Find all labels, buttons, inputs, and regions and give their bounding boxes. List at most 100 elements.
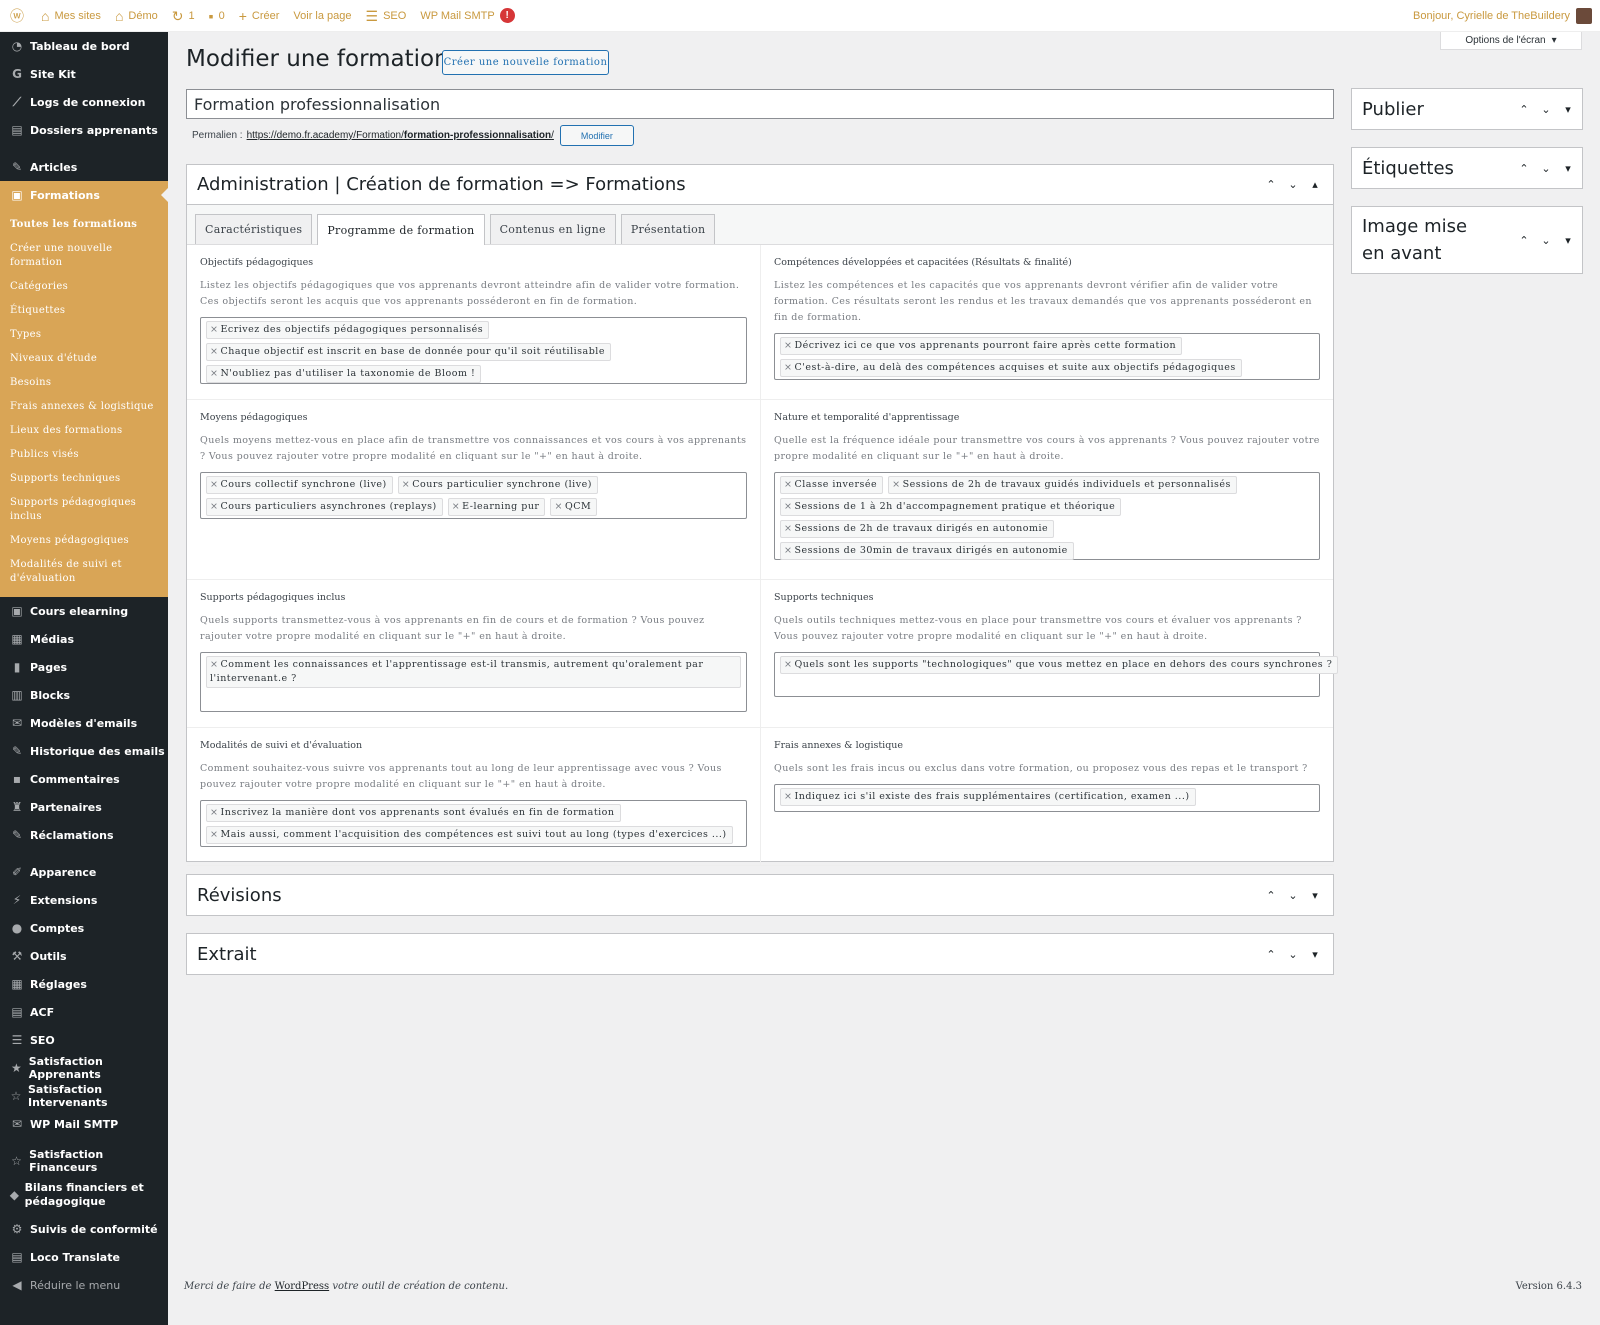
select-chip[interactable]: × Inscrivez la manière dont vos apprenant… (206, 804, 621, 822)
menu-plugins[interactable]: ⚡ Extensions (0, 886, 168, 914)
toggle-panel-icon[interactable]: ▾ (1307, 889, 1323, 902)
menu-funder-satisfaction[interactable]: ☆ Satisfaction Financeurs (0, 1147, 168, 1175)
menu-learner-files[interactable]: ▤ Dossiers apprenants (0, 116, 168, 144)
remove-icon[interactable]: × (210, 807, 218, 818)
move-down-icon[interactable]: ⌄ (1538, 103, 1554, 116)
move-up-icon[interactable]: ⌃ (1263, 889, 1279, 902)
new-content-link[interactable]: + Créer (232, 0, 287, 32)
taxonomy-select[interactable]: × Comment les connaissances et l'apprenti… (200, 652, 747, 712)
remove-icon[interactable]: × (210, 479, 218, 490)
menu-trainer-satisfaction[interactable]: ☆ Satisfaction Intervenants (0, 1082, 168, 1110)
menu-dashboard[interactable]: ◔ Tableau de bord (0, 32, 168, 60)
my-sites-link[interactable]: ⌂ Mes sites (34, 0, 108, 32)
menu-seo[interactable]: ☰ SEO (0, 1026, 168, 1054)
select-chip[interactable]: × Cours particulier synchrone (live) (397, 476, 598, 494)
tags-metabox[interactable]: Étiquettes ⌃ ⌄ ▾ (1351, 147, 1583, 189)
wordpress-link[interactable]: WordPress (275, 1281, 330, 1292)
remove-icon[interactable]: × (210, 829, 218, 840)
select-chip[interactable]: × Cours collectif synchrone (live) (206, 476, 393, 494)
move-up-icon[interactable]: ⌃ (1263, 948, 1279, 961)
submenu-tech-supports[interactable]: Supports techniques (0, 467, 168, 491)
select-chip[interactable]: × Quels sont les supports "technologiques… (780, 656, 1339, 674)
remove-icon[interactable]: × (892, 479, 900, 490)
move-up-icon[interactable]: ⌃ (1516, 162, 1532, 175)
remove-icon[interactable]: × (210, 501, 218, 512)
screen-options-button[interactable]: Options de l'écran ▾ (1440, 32, 1582, 50)
remove-icon[interactable]: × (784, 501, 792, 512)
move-up-icon[interactable]: ⌃ (1516, 103, 1532, 116)
taxonomy-select[interactable]: × Quels sont les supports "technologiques… (774, 652, 1339, 697)
remove-icon[interactable]: × (452, 501, 460, 512)
tab-caracteristiques[interactable]: Caractéristiques (195, 214, 313, 244)
menu-email-templates[interactable]: ✉ Modèles d'emails (0, 709, 168, 737)
submenu-audiences[interactable]: Publics visés (0, 443, 168, 467)
menu-partners[interactable]: ♜ Partenaires (0, 793, 168, 821)
taxonomy-select[interactable]: × Ecrivez des objectifs pédagogiques pers… (200, 317, 747, 384)
submenu-new-formation[interactable]: Créer une nouvelle formation (0, 237, 168, 275)
revisions-header[interactable]: Révisions ⌃ ⌄ ▾ (187, 875, 1333, 915)
remove-icon[interactable]: × (784, 791, 792, 802)
select-chip[interactable]: × Comment les connaissances et l'apprenti… (206, 656, 741, 688)
menu-claims[interactable]: ✎ Réclamations (0, 821, 168, 849)
select-chip[interactable]: × Classe inversée (780, 476, 884, 494)
select-chip[interactable]: × Mais aussi, comment l'acquisition des c… (206, 826, 733, 844)
move-down-icon[interactable]: ⌄ (1538, 227, 1554, 254)
menu-articles[interactable]: ✎ Articles (0, 153, 168, 181)
remove-icon[interactable]: × (554, 501, 562, 512)
menu-blocks[interactable]: ▥ Blocks (0, 681, 168, 709)
select-chip[interactable]: × Décrivez ici ce que vos apprenants pour… (780, 337, 1183, 355)
post-title-input[interactable]: Formation professionnalisation (186, 89, 1334, 119)
select-chip[interactable]: × Sessions de 2h de travaux dirigés en au… (780, 520, 1055, 538)
submenu-levels[interactable]: Niveaux d'étude (0, 347, 168, 371)
remove-icon[interactable]: × (784, 523, 792, 534)
submenu-evaluation[interactable]: Modalités de suivi et d'évaluation (0, 553, 168, 591)
menu-acf[interactable]: ▤ ACF (0, 998, 168, 1026)
menu-users[interactable]: ● Comptes (0, 914, 168, 942)
seo-link[interactable]: ☰ SEO (359, 0, 414, 32)
select-chip[interactable]: × QCM (550, 498, 598, 516)
publish-metabox[interactable]: Publier ⌃ ⌄ ▾ (1351, 88, 1583, 130)
submenu-teaching-means[interactable]: Moyens pédagogiques (0, 529, 168, 553)
menu-email-history[interactable]: ✎ Historique des emails (0, 737, 168, 765)
select-chip[interactable]: × Sessions de 1 à 2h d'accompagnement pra… (780, 498, 1122, 516)
taxonomy-select[interactable]: × Cours collectif synchrone (live) × Cours… (200, 472, 747, 519)
site-name-link[interactable]: ⌂ Démo (108, 0, 165, 32)
remove-icon[interactable]: × (784, 340, 792, 351)
select-chip[interactable]: × Indiquez ici s'il existe des frais supp… (780, 788, 1196, 806)
menu-courses[interactable]: ▣ Cours elearning (0, 597, 168, 625)
select-chip[interactable]: × Ecrivez des objectifs pédagogiques pers… (206, 321, 490, 339)
taxonomy-select[interactable]: × Inscrivez la manière dont vos apprenant… (200, 800, 747, 847)
menu-settings[interactable]: ▦ Réglages (0, 970, 168, 998)
submenu-all-formations[interactable]: Toutes les formations (0, 213, 168, 237)
menu-login-logs[interactable]: ⟋ Logs de connexion (0, 88, 168, 116)
taxonomy-select[interactable]: × Décrivez ici ce que vos apprenants pour… (774, 333, 1320, 380)
remove-icon[interactable]: × (210, 324, 218, 335)
select-chip[interactable]: × E-learning pur (447, 498, 546, 516)
smtp-link[interactable]: WP Mail SMTP! (413, 0, 521, 32)
select-chip[interactable]: × Chaque objectif est inscrit en base de … (206, 343, 611, 361)
comments-link[interactable]: ▪ 0 (202, 0, 232, 32)
remove-icon[interactable]: × (402, 479, 410, 490)
select-chip[interactable]: × C'est-à-dire, au delà des compétences a… (780, 359, 1242, 377)
select-chip[interactable]: × Sessions de 30min de travaux dirigés en… (780, 542, 1074, 560)
featured-image-metabox[interactable]: Image mise en avant ⌃ ⌄ ▾ (1351, 206, 1583, 274)
remove-icon[interactable]: × (210, 368, 218, 379)
toggle-panel-icon[interactable]: ▴ (1307, 178, 1323, 191)
remove-icon[interactable]: × (784, 479, 792, 490)
tab-contenus[interactable]: Contenus en ligne (489, 214, 616, 244)
select-chip[interactable]: × N'oubliez pas d'utiliser la taxonomie d… (206, 365, 482, 383)
submenu-locations[interactable]: Lieux des formations (0, 419, 168, 443)
menu-tools[interactable]: ⚒ Outils (0, 942, 168, 970)
menu-site-kit[interactable]: G Site Kit (0, 60, 168, 88)
account-menu[interactable]: Bonjour, Cyrielle de TheBuildery (1413, 7, 1600, 24)
toggle-panel-icon[interactable]: ▾ (1307, 948, 1323, 961)
submenu-categories[interactable]: Catégories (0, 275, 168, 299)
select-chip[interactable]: × Sessions de 2h de travaux guidés indivi… (888, 476, 1237, 494)
menu-appearance[interactable]: ✐ Apparence (0, 858, 168, 886)
move-down-icon[interactable]: ⌄ (1285, 178, 1301, 191)
menu-pages[interactable]: ▮ Pages (0, 653, 168, 681)
menu-formations[interactable]: ▣ Formations (0, 181, 168, 209)
submenu-types[interactable]: Types (0, 323, 168, 347)
submenu-needs[interactable]: Besoins (0, 371, 168, 395)
tab-presentation[interactable]: Présentation (620, 214, 716, 244)
